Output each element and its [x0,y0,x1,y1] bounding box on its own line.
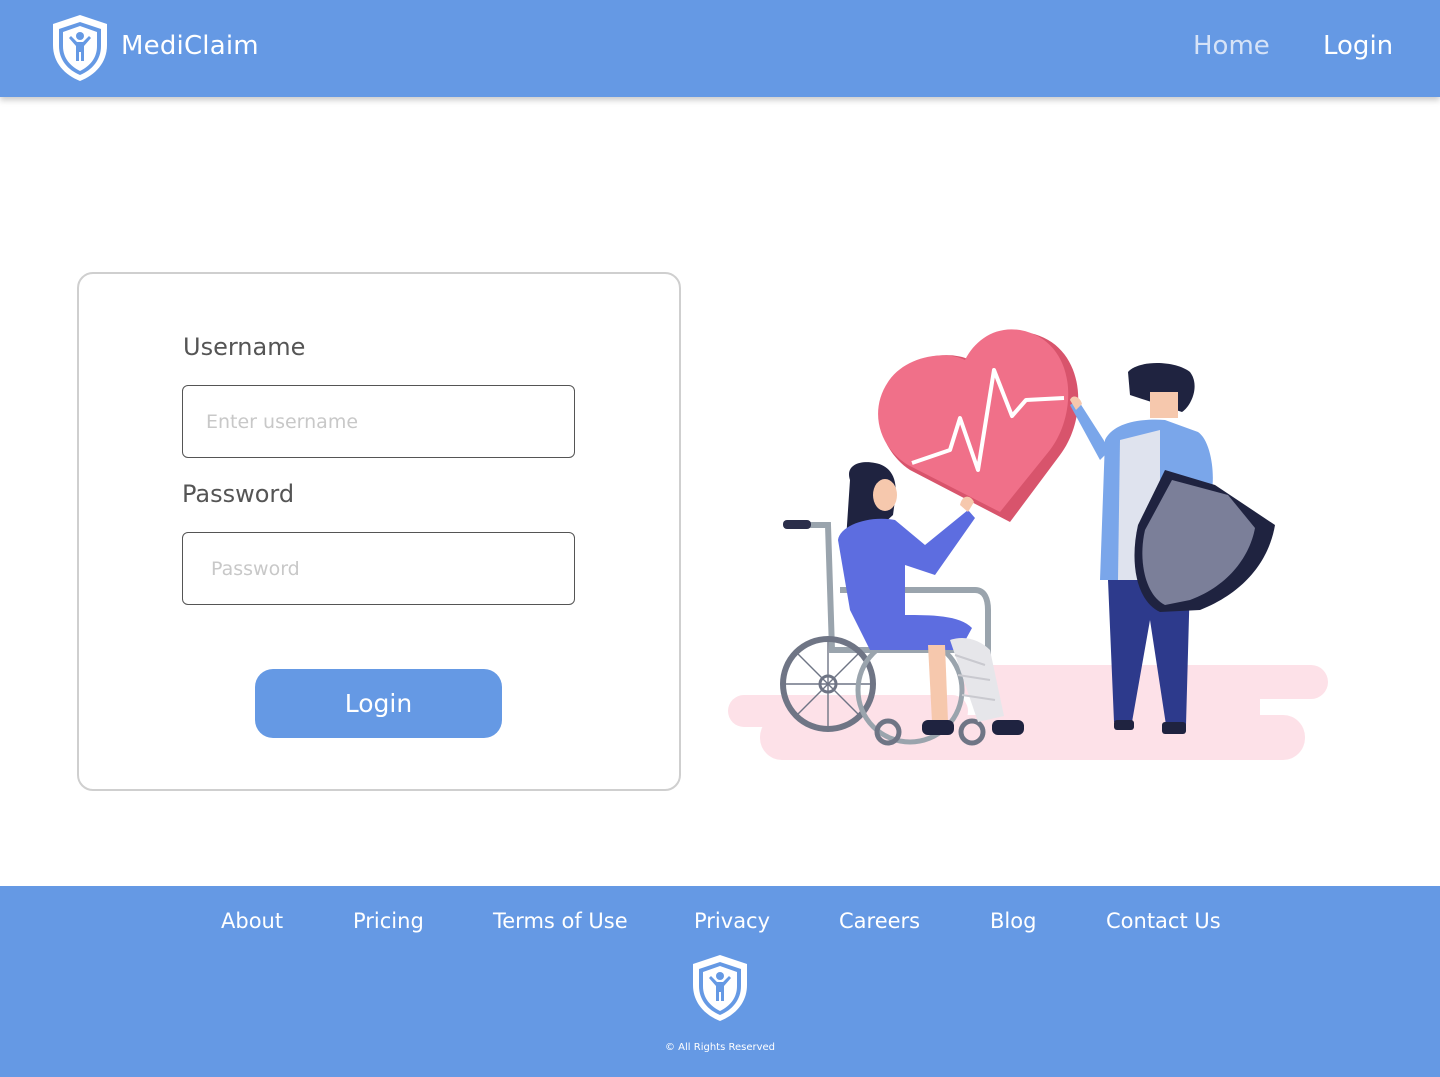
top-navbar: MediClaim Home Login [0,0,1440,97]
footer-link-pricing[interactable]: Pricing [353,909,424,933]
footer-link-terms[interactable]: Terms of Use [493,909,628,933]
password-label: Password [182,480,295,508]
copyright-text: © All Rights Reserved [664,1042,776,1053]
nav-login-link[interactable]: Login [1323,31,1393,61]
footer-link-contact[interactable]: Contact Us [1106,909,1221,933]
footer-link-privacy[interactable]: Privacy [694,909,770,933]
nav-home-link[interactable]: Home [1193,31,1270,61]
login-button[interactable]: Login [255,669,502,738]
brand-name[interactable]: MediClaim [121,31,259,61]
footer-link-careers[interactable]: Careers [839,909,920,933]
username-input[interactable] [182,385,575,458]
password-input[interactable] [182,532,575,605]
footer-link-blog[interactable]: Blog [990,909,1036,933]
patient-wheelchair-heart-shield-illustration [728,329,1328,760]
username-label: Username [183,333,306,361]
footer-link-about[interactable]: About [221,909,283,933]
heart-icon [878,329,1079,522]
floor-blob [728,665,1328,760]
shield-person-icon[interactable] [49,13,111,83]
shield-person-icon[interactable] [689,952,751,1024]
